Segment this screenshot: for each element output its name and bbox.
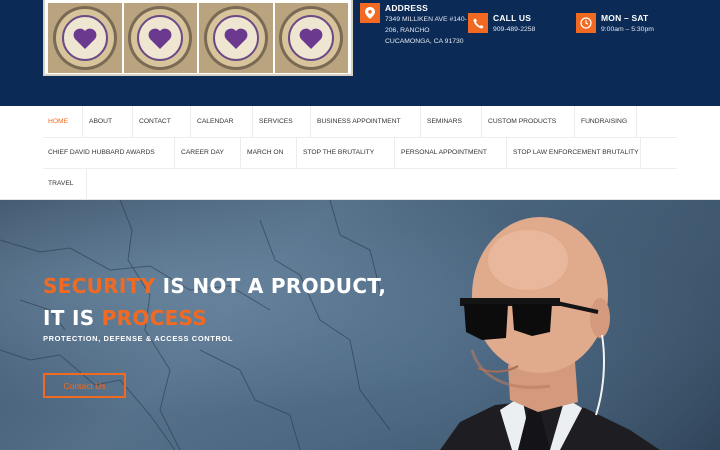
- nav-item-march-on[interactable]: MARCH ON: [241, 137, 297, 168]
- headline-text: IS NOT A PRODUCT,: [155, 274, 387, 298]
- site-logo[interactable]: [43, 0, 353, 76]
- logo-badge: [123, 3, 197, 73]
- headline-text: IT IS: [43, 306, 102, 330]
- nav-item-custom-products[interactable]: CUSTOM PRODUCTS: [482, 106, 575, 137]
- nav-item-contact[interactable]: CONTACT: [133, 106, 191, 137]
- headline-accent: SECURITY: [43, 274, 156, 298]
- nav-item-stop-law-enforcement-brutality[interactable]: STOP LAW ENFORCEMENT BRUTALITY: [507, 137, 641, 168]
- main-nav: HOME ABOUT CONTACT CALENDAR SERVICES BUS…: [0, 106, 720, 200]
- nav-item-career-day[interactable]: CAREER DAY: [175, 137, 241, 168]
- top-header: ADDRESS 7349 MILLIKEN AVE #140- 206, RAN…: [0, 0, 720, 106]
- nav-item-travel[interactable]: TRAVEL: [43, 168, 87, 199]
- address-line: CUCAMONGA, CA 91730: [385, 38, 464, 45]
- hero-tagline: PROTECTION, DEFENSE & ACCESS CONTROL: [43, 334, 234, 343]
- security-guard-image: [440, 217, 660, 450]
- logo-badge: [274, 3, 348, 73]
- hero-headline-line1: SECURITY IS NOT A PRODUCT,: [43, 274, 386, 298]
- address-title: ADDRESS: [385, 3, 428, 13]
- address-info: ADDRESS 7349 MILLIKEN AVE #140- 206, RAN…: [360, 3, 471, 47]
- logo-badge: [199, 3, 273, 73]
- nav-row: TRAVEL: [43, 168, 87, 199]
- hours-info: MON – SAT 9:00am – 5:30pm: [576, 13, 654, 35]
- address-line: 7349 MILLIKEN AVE #140-: [385, 16, 467, 23]
- clock-icon: [576, 13, 596, 33]
- nav-item-chief-david-hubbard-awards[interactable]: CHIEF DAVID HUBBARD AWARDS: [43, 137, 175, 168]
- phone-number[interactable]: 909-489-2258: [493, 24, 535, 35]
- nav-item-fundraising[interactable]: FUNDRAISING: [575, 106, 637, 137]
- nav-row: CHIEF DAVID HUBBARD AWARDS CAREER DAY MA…: [43, 137, 641, 168]
- nav-item-business-appointment[interactable]: BUSINESS APPOINTMENT: [311, 106, 421, 137]
- headline-accent: PROCESS: [101, 306, 208, 330]
- hero-banner: SECURITY IS NOT A PRODUCT, IT IS PROCESS…: [0, 200, 720, 450]
- call-info: CALL US 909-489-2258: [468, 13, 535, 35]
- contact-us-button[interactable]: Contact Us: [43, 373, 126, 398]
- nav-item-services[interactable]: SERVICES: [253, 106, 311, 137]
- map-pin-icon: [360, 3, 380, 23]
- nav-item-stop-the-brutality[interactable]: STOP THE BRUTALITY: [297, 137, 395, 168]
- logo-badge: [48, 3, 122, 73]
- hours-title: MON – SAT: [601, 13, 649, 23]
- nav-item-seminars[interactable]: SEMINARS: [421, 106, 482, 137]
- nav-divider: [43, 168, 677, 169]
- phone-icon: [468, 13, 488, 33]
- hours-time: 9:00am – 5:30pm: [601, 26, 654, 33]
- hero-headline-line2: IT IS PROCESS: [43, 306, 207, 330]
- nav-item-personal-appointment[interactable]: PERSONAL APPOINTMENT: [395, 137, 507, 168]
- nav-item-home[interactable]: HOME: [43, 106, 83, 137]
- call-title: CALL US: [493, 13, 532, 23]
- nav-item-about[interactable]: ABOUT: [83, 106, 133, 137]
- address-line: 206, RANCHO: [385, 27, 430, 34]
- nav-item-calendar[interactable]: CALENDAR: [191, 106, 253, 137]
- nav-row: HOME ABOUT CONTACT CALENDAR SERVICES BUS…: [43, 106, 637, 137]
